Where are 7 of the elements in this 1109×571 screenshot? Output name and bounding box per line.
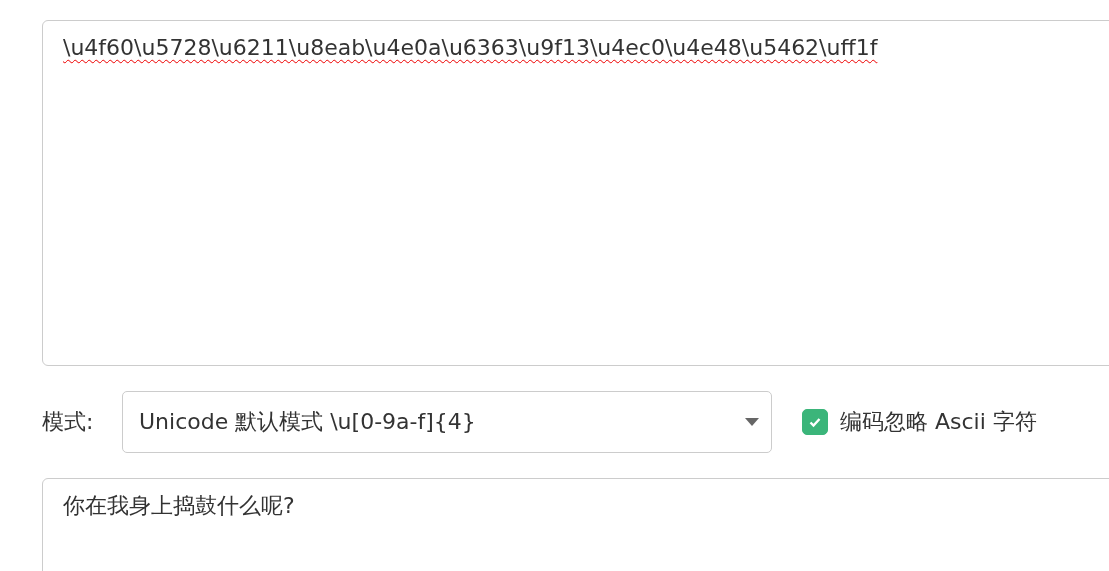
mode-label: 模式: bbox=[42, 408, 95, 436]
output-field[interactable]: 你在我身上捣鼓什么呢? bbox=[42, 478, 1109, 571]
caret-icon bbox=[745, 418, 759, 426]
ignore-ascii-checkbox[interactable] bbox=[802, 409, 828, 435]
checkbox-label: 编码忽略 Ascii 字符 bbox=[840, 408, 1037, 436]
input-field[interactable]: \u4f60\u5728\u6211\u8eab\u4e0a\u6363\u9f13\u4ec0\u4e48\u5462\uff1f bbox=[42, 20, 1109, 366]
mode-select[interactable]: Unicode 默认模式 \u[0-9a-f]{4} bbox=[122, 391, 772, 453]
